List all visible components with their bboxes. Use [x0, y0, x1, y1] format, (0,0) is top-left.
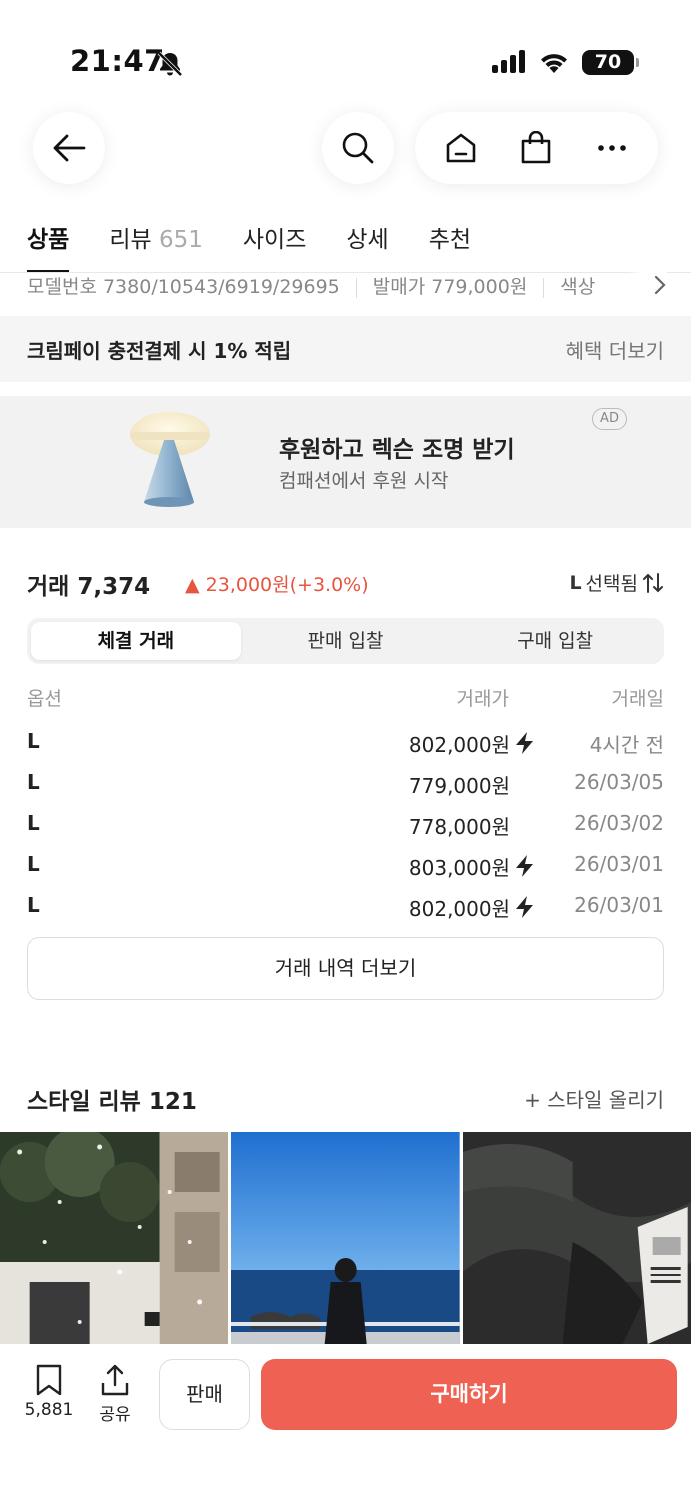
trade-segment-control: 체결 거래 판매 입찰 구매 입찰: [27, 618, 664, 664]
benefit-text: 크림페이 충전결제 시 1% 적립: [27, 338, 292, 363]
style-photo-seaside[interactable]: [231, 1132, 460, 1344]
row-option: L: [27, 893, 40, 917]
row-price: 803,000원: [408, 856, 510, 880]
selected-size: L: [569, 571, 582, 594]
more-dots-icon: [598, 145, 626, 151]
search-button[interactable]: [322, 112, 394, 184]
share-icon: [101, 1364, 129, 1396]
segment-concluded[interactable]: 체결 거래: [31, 622, 241, 660]
table-row: L 779,000원 26/03/05: [27, 768, 664, 798]
wifi-icon: [538, 49, 570, 79]
trade-count: 거래 7,374: [27, 574, 151, 600]
sort-arrows-icon: [643, 572, 663, 593]
row-option: L: [27, 729, 40, 753]
status-bar: 21:47 70: [0, 0, 691, 100]
row-option: L: [27, 852, 40, 876]
row-price: 802,000원: [408, 897, 510, 921]
chevron-right-icon: [654, 275, 666, 295]
buy-button[interactable]: 구매하기: [261, 1359, 677, 1430]
lightning-icon: [514, 854, 536, 883]
style-review-photos: [0, 1132, 691, 1344]
size-selector[interactable]: L 선택됨: [569, 569, 664, 596]
share-button[interactable]: 공유: [85, 1362, 145, 1425]
style-photo-snowy-house[interactable]: [0, 1132, 229, 1344]
column-price: 거래가: [456, 688, 509, 710]
table-row: L 778,000원 26/03/02: [27, 809, 664, 839]
product-tabs: 상품 리뷰 651 사이즈 상세 추천: [27, 220, 471, 273]
row-option: L: [27, 770, 40, 794]
table-row: L 802,000원 26/03/01: [27, 891, 664, 921]
tab-count: 651: [158, 227, 203, 253]
add-style-button[interactable]: + 스타일 올리기: [524, 1084, 664, 1113]
bookmark-icon: [36, 1364, 62, 1396]
ad-badge: AD: [592, 408, 627, 430]
ad-title: 후원하고 렉슨 조명 받기: [279, 437, 515, 463]
ad-subtitle: 컴패션에서 후원 시작: [279, 470, 449, 492]
benefit-banner[interactable]: 크림페이 충전결제 시 1% 적립 혜택 더보기: [0, 316, 691, 382]
style-review-header: 스타일 리뷰 121 + 스타일 올리기: [27, 1080, 664, 1115]
style-review-title: 스타일 리뷰 121: [27, 1089, 197, 1115]
lightning-icon: [514, 731, 536, 760]
model-number: 모델번호 7380/10543/6919/29695: [27, 276, 340, 298]
row-option: L: [27, 811, 40, 835]
row-date: 26/03/05: [574, 770, 664, 794]
tab-label: 추천: [428, 227, 472, 253]
trade-table-header: 옵션 거래가 거래일: [27, 684, 664, 712]
ad-banner[interactable]: 후원하고 렉슨 조명 받기 컴패션에서 후원 시작 AD: [0, 396, 691, 528]
share-label: 공유: [99, 1405, 131, 1425]
row-date: 26/03/01: [574, 852, 664, 876]
row-price: 778,000원: [408, 815, 510, 839]
release-price: 발매가 779,000원: [372, 276, 528, 298]
more-menu-button[interactable]: [582, 118, 642, 178]
shopping-bag-button[interactable]: [506, 118, 566, 178]
tab-detail[interactable]: 상세: [346, 220, 388, 270]
signal-icon: [492, 50, 528, 78]
nav-actions-group: [415, 112, 658, 184]
row-date: 26/03/01: [574, 893, 664, 917]
trade-history-more-button[interactable]: 거래 내역 더보기: [27, 937, 664, 1000]
table-row: L 803,000원 26/03/01: [27, 850, 664, 880]
bottom-action-bar: 5,881 공유 판매 구매하기: [0, 1344, 691, 1500]
home-icon: [446, 133, 476, 163]
tab-label: 리뷰: [109, 227, 152, 253]
info-more-button[interactable]: [627, 270, 667, 300]
segment-buy-bids[interactable]: 구매 입찰: [450, 622, 660, 660]
tab-review[interactable]: 리뷰 651: [109, 220, 203, 270]
trade-header: 거래 7,374 ▲ 23,000원(+3.0%) L 선택됨: [27, 565, 664, 601]
table-row: L 802,000원 4시간 전: [27, 727, 664, 757]
tab-label: 사이즈: [242, 227, 307, 253]
search-icon: [342, 132, 374, 164]
column-date: 거래일: [611, 688, 664, 710]
battery-indicator: 70: [582, 50, 639, 75]
row-price: 779,000원: [408, 774, 510, 798]
row-date: 4시간 전: [589, 733, 664, 757]
lightning-icon: [514, 895, 536, 924]
style-photo-padding-detail[interactable]: [462, 1132, 691, 1344]
tab-product[interactable]: 상품: [27, 220, 70, 273]
arrow-left-icon: [53, 134, 86, 162]
bookmark-count: 5,881: [24, 1400, 74, 1420]
silent-bell-icon: [156, 50, 184, 82]
row-date: 26/03/02: [574, 811, 664, 835]
tab-label: 상품: [27, 227, 70, 253]
segment-sell-bids[interactable]: 판매 입찰: [241, 622, 451, 660]
tab-size[interactable]: 사이즈: [243, 220, 306, 270]
tab-recommend[interactable]: 추천: [429, 220, 471, 270]
lamp-image: [128, 410, 212, 514]
shopping-bag-icon: [522, 131, 551, 164]
selected-label: 선택됨: [585, 573, 638, 595]
back-button[interactable]: [33, 112, 105, 184]
bookmark-button[interactable]: 5,881: [19, 1362, 79, 1420]
product-info-row: 모델번호 7380/10543/6919/29695 발매가 779,000원 색상: [27, 270, 691, 300]
home-button[interactable]: [431, 118, 491, 178]
status-time: 21:47: [70, 44, 165, 78]
color-info: 색상: [560, 276, 596, 298]
price-change: ▲ 23,000원(+3.0%): [185, 574, 369, 596]
benefit-more-link[interactable]: 혜택 더보기: [566, 335, 664, 364]
tab-label: 상세: [346, 227, 389, 253]
column-option: 옵션: [27, 688, 62, 710]
row-price: 802,000원: [408, 733, 510, 757]
sell-button[interactable]: 판매: [159, 1359, 250, 1430]
